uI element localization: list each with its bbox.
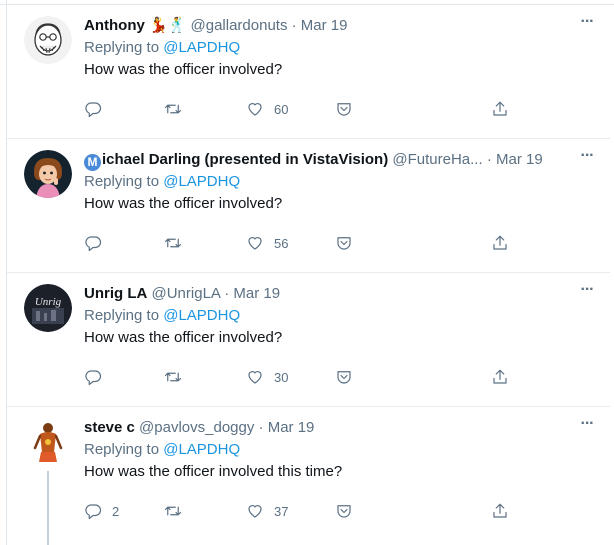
avatar-logo-text: Unrig [35, 296, 62, 308]
reply-button[interactable]: 2 [84, 500, 119, 522]
like-button[interactable]: 37 [246, 500, 288, 522]
share-icon [337, 103, 351, 116]
upload-icon [493, 235, 507, 250]
replying-to: Replying to @LAPDHQ [84, 38, 240, 58]
tweet-item[interactable]: Unrig Unrig LA @UnrigLA · Mar 19 ··· Rep… [7, 273, 610, 407]
tweet-date[interactable]: · Mar 19 [224, 285, 280, 302]
author-name[interactable]: Anthony 💃🕺 [84, 17, 186, 34]
tweet-header: Unrig LA @UnrigLA · Mar 19 [84, 284, 580, 304]
thread-connector-line [47, 471, 49, 545]
tweet-text: How was the officer involved? [84, 61, 283, 78]
upload-icon [493, 503, 507, 518]
upload-button[interactable] [491, 232, 509, 254]
reply-icon [85, 236, 102, 252]
like-button[interactable]: 60 [246, 98, 288, 120]
share-button[interactable] [335, 366, 353, 388]
retweet-icon [164, 238, 182, 248]
like-count: 60 [274, 101, 289, 117]
author-handle[interactable]: @FutureHa... [392, 151, 482, 168]
reply-icon [85, 102, 102, 118]
tweet-actions: 30 [84, 366, 514, 388]
upload-button[interactable] [491, 98, 509, 120]
retweet-button[interactable] [164, 366, 182, 388]
share-button[interactable] [335, 500, 353, 522]
avatar[interactable] [24, 418, 72, 466]
like-button[interactable]: 56 [246, 232, 288, 254]
tweet-item[interactable]: Michael Darling (presented in VistaVisio… [7, 139, 610, 273]
replying-handle-link[interactable]: @LAPDHQ [163, 307, 240, 324]
replying-label: Replying to [84, 307, 160, 324]
more-icon[interactable]: ··· [578, 14, 596, 35]
replying-label: Replying to [84, 441, 160, 458]
replying-label: Replying to [84, 173, 160, 190]
tweet-item[interactable]: steve c @pavlovs_doggy · Mar 19 ··· Repl… [7, 407, 610, 545]
share-icon [337, 505, 351, 518]
tweet-item[interactable]: Anthony 💃🕺 @gallardonuts · Mar 19 ··· Re… [7, 5, 610, 139]
upload-button[interactable] [491, 500, 509, 522]
tweet-text: How was the officer involved this time? [84, 463, 343, 480]
like-count: 30 [274, 369, 289, 385]
upload-icon [493, 101, 507, 116]
author-handle[interactable]: @gallardonuts [191, 17, 288, 34]
reply-count: 2 [112, 503, 120, 519]
tweet-actions: 2 37 [84, 500, 514, 522]
reply-button[interactable] [84, 98, 112, 120]
name-emoji-badge: M [84, 154, 101, 171]
more-icon[interactable]: ··· [578, 282, 596, 303]
reply-button[interactable] [84, 366, 112, 388]
replying-to: Replying to @LAPDHQ [84, 306, 240, 326]
retweet-button[interactable] [164, 500, 182, 522]
replying-handle-link[interactable]: @LAPDHQ [163, 173, 240, 190]
author-handle[interactable]: @pavlovs_doggy [139, 419, 254, 436]
author-handle[interactable]: @UnrigLA [152, 285, 221, 302]
share-icon [337, 237, 351, 250]
more-icon[interactable]: ··· [578, 148, 596, 169]
tweet-header: Anthony 💃🕺 @gallardonuts · Mar 19 [84, 16, 580, 36]
upload-button[interactable] [491, 366, 509, 388]
like-button[interactable]: 30 [246, 366, 288, 388]
upload-icon [493, 369, 507, 384]
retweet-icon [164, 372, 182, 382]
reply-icon [85, 504, 102, 520]
retweet-icon [164, 104, 182, 114]
author-name[interactable]: steve c [84, 419, 135, 436]
tweet-text: How was the officer involved? [84, 329, 283, 346]
tweet-date[interactable]: · Mar 19 [259, 419, 315, 436]
retweet-icon [164, 506, 182, 516]
reply-icon [85, 370, 102, 386]
replying-handle-link[interactable]: @LAPDHQ [163, 441, 240, 458]
replying-label: Replying to [84, 39, 160, 56]
avatar[interactable]: Unrig [24, 284, 72, 332]
avatar[interactable] [24, 150, 72, 198]
tweet-header: Michael Darling (presented in VistaVisio… [84, 150, 580, 171]
tweet-header: steve c @pavlovs_doggy · Mar 19 [84, 418, 580, 438]
share-button[interactable] [335, 232, 353, 254]
retweet-button[interactable] [164, 98, 182, 120]
heart-icon [248, 505, 262, 518]
heart-icon [248, 237, 262, 250]
like-count: 37 [274, 503, 289, 519]
replying-to: Replying to @LAPDHQ [84, 440, 240, 460]
share-button[interactable] [335, 98, 353, 120]
share-icon [337, 371, 351, 384]
replying-to: Replying to @LAPDHQ [84, 172, 240, 192]
tweet-date[interactable]: · Mar 19 [292, 17, 348, 34]
tweet-actions: 60 [84, 98, 514, 120]
author-name[interactable]: Unrig LA [84, 285, 147, 302]
like-count: 56 [274, 235, 289, 251]
replying-handle-link[interactable]: @LAPDHQ [163, 39, 240, 56]
tweet-date[interactable]: · Mar 19 [487, 151, 543, 168]
tweet-text: How was the officer involved? [84, 195, 283, 212]
more-icon[interactable]: ··· [578, 416, 596, 437]
author-name[interactable]: ichael Darling (presented in VistaVision… [102, 151, 388, 168]
heart-icon [248, 371, 262, 384]
retweet-button[interactable] [164, 232, 182, 254]
reply-button[interactable] [84, 232, 112, 254]
tweet-actions: 56 [84, 232, 514, 254]
heart-icon [248, 103, 262, 116]
avatar[interactable] [24, 16, 72, 64]
